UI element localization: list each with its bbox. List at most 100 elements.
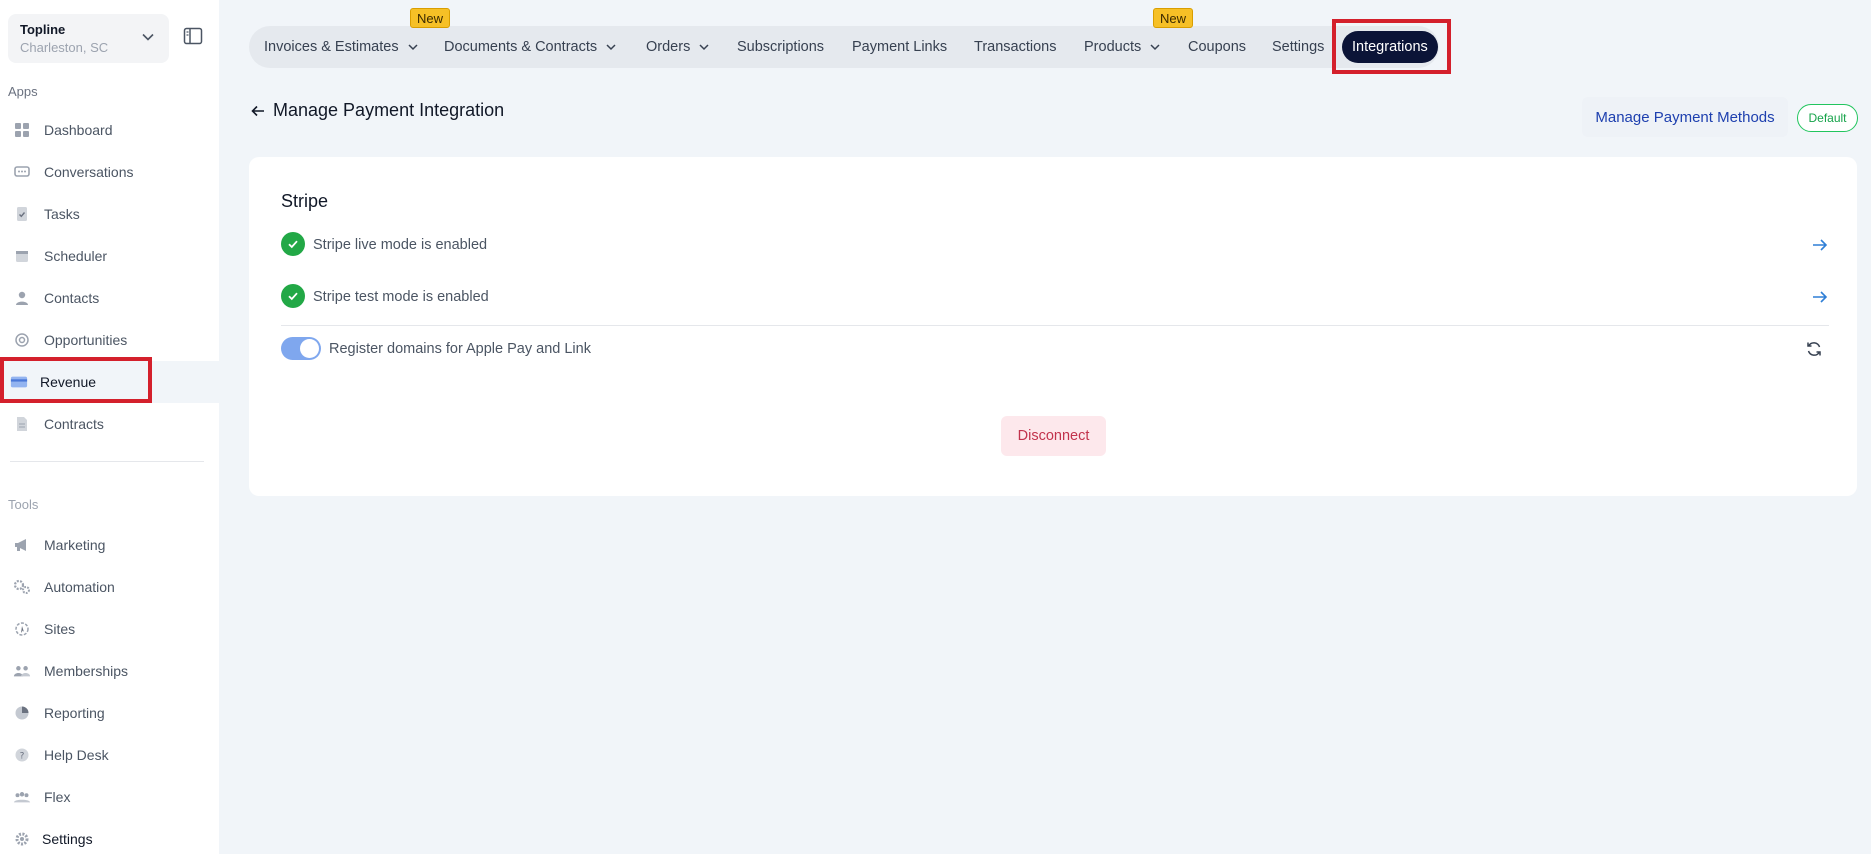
new-badge: New — [1153, 8, 1194, 28]
svg-text:?: ? — [20, 752, 25, 762]
sidebar-item-conversations[interactable]: Conversations — [0, 151, 219, 193]
sidebar-item-memberships[interactable]: Memberships — [0, 650, 219, 692]
sidebar-item-label: Memberships — [44, 663, 129, 679]
chevron-down-icon — [408, 44, 418, 51]
sidebar-item-dashboard[interactable]: Dashboard — [0, 109, 219, 151]
pie-chart-icon — [13, 704, 31, 722]
disconnect-button[interactable]: Disconnect — [1001, 416, 1106, 456]
stripe-card: Stripe Stripe live mode is enabled Strip… — [249, 157, 1857, 496]
tab-payment-links[interactable]: Payment Links — [852, 26, 947, 68]
sidebar-item-label: Flex — [44, 789, 71, 805]
test-mode-row: Stripe test mode is enabled — [281, 282, 1829, 312]
top-navigation: Invoices & Estimates Documents & Contrac… — [249, 26, 1439, 68]
tab-label: Transactions — [974, 39, 1057, 55]
back-arrow-icon[interactable] — [250, 103, 266, 119]
sidebar-item-automation[interactable]: Automation — [0, 566, 219, 608]
tools-section-label: Tools — [8, 497, 39, 512]
sidebar-toggle-icon[interactable] — [183, 26, 203, 46]
apple-pay-row: Register domains for Apple Pay and Link — [281, 334, 1829, 364]
tab-label: Products — [1084, 39, 1142, 55]
account-name: Topline — [20, 22, 66, 37]
tab-label: Payment Links — [852, 39, 948, 55]
sidebar-item-label: Dashboard — [44, 122, 113, 138]
calendar-icon — [13, 247, 31, 265]
tab-label: Subscriptions — [737, 39, 825, 55]
sidebar-item-label: Revenue — [40, 374, 97, 390]
sidebar-item-label: Contracts — [44, 416, 104, 432]
sidebar-item-label: Tasks — [44, 206, 80, 222]
tab-subscriptions[interactable]: Subscriptions — [737, 26, 824, 68]
sidebar-item-flex[interactable]: Flex — [0, 776, 219, 818]
account-switcher[interactable]: Topline Charleston, SC — [8, 14, 169, 63]
sidebar-item-label: Conversations — [44, 164, 134, 180]
credit-card-icon — [10, 373, 28, 391]
chevron-down-icon — [606, 44, 616, 51]
apple-pay-text: Register domains for Apple Pay and Link — [329, 341, 591, 357]
sidebar-item-opportunities[interactable]: Opportunities — [0, 319, 219, 361]
sidebar-item-tasks[interactable]: Tasks — [0, 193, 219, 235]
sidebar-item-marketing[interactable]: Marketing — [0, 524, 219, 566]
sidebar-item-revenue[interactable]: Revenue — [0, 361, 219, 403]
group-icon — [13, 662, 31, 680]
tab-label: Invoices & Estimates — [264, 39, 399, 55]
sidebar-item-contacts[interactable]: Contacts — [0, 277, 219, 319]
gear-icon — [13, 830, 31, 848]
sidebar-item-label: Reporting — [44, 705, 105, 721]
sidebar-item-label: Sites — [44, 621, 76, 637]
tab-coupons[interactable]: Coupons — [1188, 26, 1246, 68]
tab-invoices-estimates[interactable]: Invoices & Estimates — [264, 26, 419, 68]
check-circle-icon — [281, 232, 305, 256]
default-badge: Default — [1797, 104, 1858, 132]
sidebar-item-help-desk[interactable]: ? Help Desk — [0, 734, 219, 776]
apps-section-label: Apps — [8, 84, 38, 99]
test-mode-text: Stripe test mode is enabled — [313, 289, 489, 305]
manage-payment-methods-button[interactable]: Manage Payment Methods — [1582, 97, 1788, 137]
sidebar-item-label: Settings — [42, 831, 93, 847]
sidebar-item-label: Contacts — [44, 290, 100, 306]
check-circle-icon — [281, 284, 305, 308]
tab-products[interactable]: Products — [1084, 26, 1161, 68]
arrow-right-icon[interactable] — [1811, 236, 1829, 254]
tab-settings[interactable]: Settings — [1272, 26, 1324, 68]
sidebar-item-contracts[interactable]: Contracts — [0, 403, 219, 445]
chevron-down-icon — [142, 33, 154, 41]
dashboard-icon — [13, 121, 31, 139]
document-icon — [13, 415, 31, 433]
live-mode-row: Stripe live mode is enabled — [281, 230, 1829, 260]
account-location: Charleston, SC — [20, 40, 109, 55]
sidebar-item-label: Help Desk — [44, 747, 109, 763]
apple-pay-toggle[interactable] — [281, 337, 321, 360]
sites-icon — [13, 620, 31, 638]
tab-label: Documents & Contracts — [444, 39, 598, 55]
arrow-right-icon[interactable] — [1811, 288, 1829, 306]
team-icon — [13, 788, 31, 806]
refresh-icon[interactable] — [1805, 340, 1823, 358]
chevron-down-icon — [1150, 44, 1160, 51]
tab-label: Integrations — [1352, 39, 1428, 55]
tab-orders[interactable]: Orders — [646, 26, 710, 68]
tasks-icon — [13, 205, 31, 223]
sidebar-item-scheduler[interactable]: Scheduler — [0, 235, 219, 277]
person-icon — [13, 289, 31, 307]
gears-icon — [13, 578, 31, 596]
page-title: Manage Payment Integration — [273, 100, 505, 120]
sidebar-item-label: Scheduler — [44, 248, 108, 264]
tab-label: Orders — [646, 39, 691, 55]
tab-documents-contracts[interactable]: Documents & Contracts — [444, 26, 617, 68]
sidebar-item-reporting[interactable]: Reporting — [0, 692, 219, 734]
megaphone-icon — [13, 536, 31, 554]
sidebar-item-label: Marketing — [44, 537, 106, 553]
target-icon — [13, 331, 31, 349]
row-divider — [281, 325, 1829, 326]
sidebar-item-settings[interactable]: Settings — [0, 818, 219, 854]
chat-icon — [13, 163, 31, 181]
tab-label: Settings — [1272, 39, 1325, 55]
sidebar-item-label: Opportunities — [44, 332, 128, 348]
live-mode-text: Stripe live mode is enabled — [313, 237, 488, 253]
sidebar-divider — [10, 461, 204, 462]
sidebar-item-sites[interactable]: Sites — [0, 608, 219, 650]
tab-label: Coupons — [1188, 39, 1247, 55]
tab-transactions[interactable]: Transactions — [974, 26, 1056, 68]
tab-integrations[interactable]: Integrations — [1342, 31, 1438, 63]
card-title: Stripe — [281, 191, 329, 211]
